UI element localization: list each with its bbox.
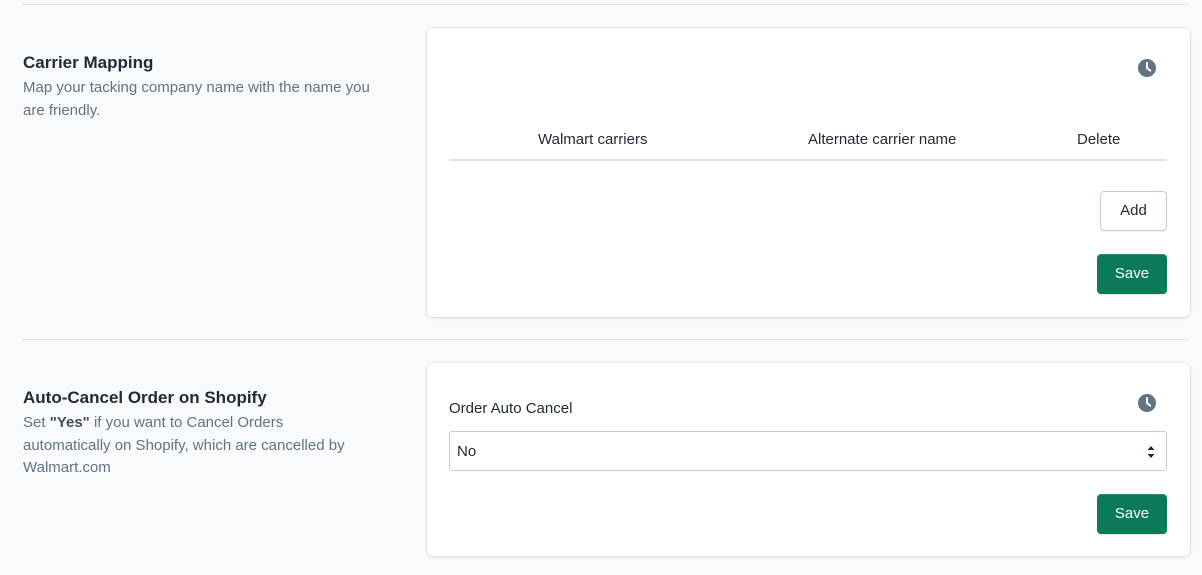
help-text-prefix: Set: [23, 414, 50, 431]
select-arrows-icon: [1147, 444, 1155, 460]
carrier-mapping-description: Carrier Mapping Map your tacking company…: [23, 52, 373, 122]
carrier-table-header: Walmart carriers Alternate carrier name …: [449, 128, 1167, 161]
auto-cancel-card: Order Auto Cancel No Save: [427, 363, 1190, 556]
clock-icon[interactable]: [1138, 394, 1156, 412]
carrier-mapping-title: Carrier Mapping: [23, 53, 154, 72]
column-alternate-carrier-name: Alternate carrier name: [808, 131, 957, 148]
auto-cancel-title: Auto-Cancel Order on Shopify: [23, 388, 267, 407]
column-walmart-carriers: Walmart carriers: [538, 131, 648, 148]
section-divider: [23, 339, 1189, 340]
select-value: No: [457, 443, 477, 460]
auto-cancel-description: Auto-Cancel Order on Shopify Set "Yes" i…: [23, 387, 373, 480]
save-carrier-mapping-button[interactable]: Save: [1097, 254, 1167, 294]
save-auto-cancel-button[interactable]: Save: [1097, 494, 1167, 534]
auto-cancel-help-text: Set "Yes" if you want to Cancel Orders a…: [23, 412, 373, 480]
section-divider: [23, 4, 1189, 5]
clock-icon[interactable]: [1138, 59, 1156, 77]
column-delete: Delete: [1077, 131, 1121, 148]
order-auto-cancel-label: Order Auto Cancel: [449, 400, 573, 417]
help-text-yes: "Yes": [49, 414, 90, 431]
carrier-mapping-help-text: Map your tacking company name with the n…: [23, 79, 370, 119]
order-auto-cancel-select[interactable]: No: [449, 431, 1167, 471]
add-carrier-button[interactable]: Add: [1100, 191, 1167, 231]
settings-page: Carrier Mapping Map your tacking company…: [0, 0, 1202, 575]
carrier-mapping-card: Walmart carriers Alternate carrier name …: [427, 28, 1190, 317]
